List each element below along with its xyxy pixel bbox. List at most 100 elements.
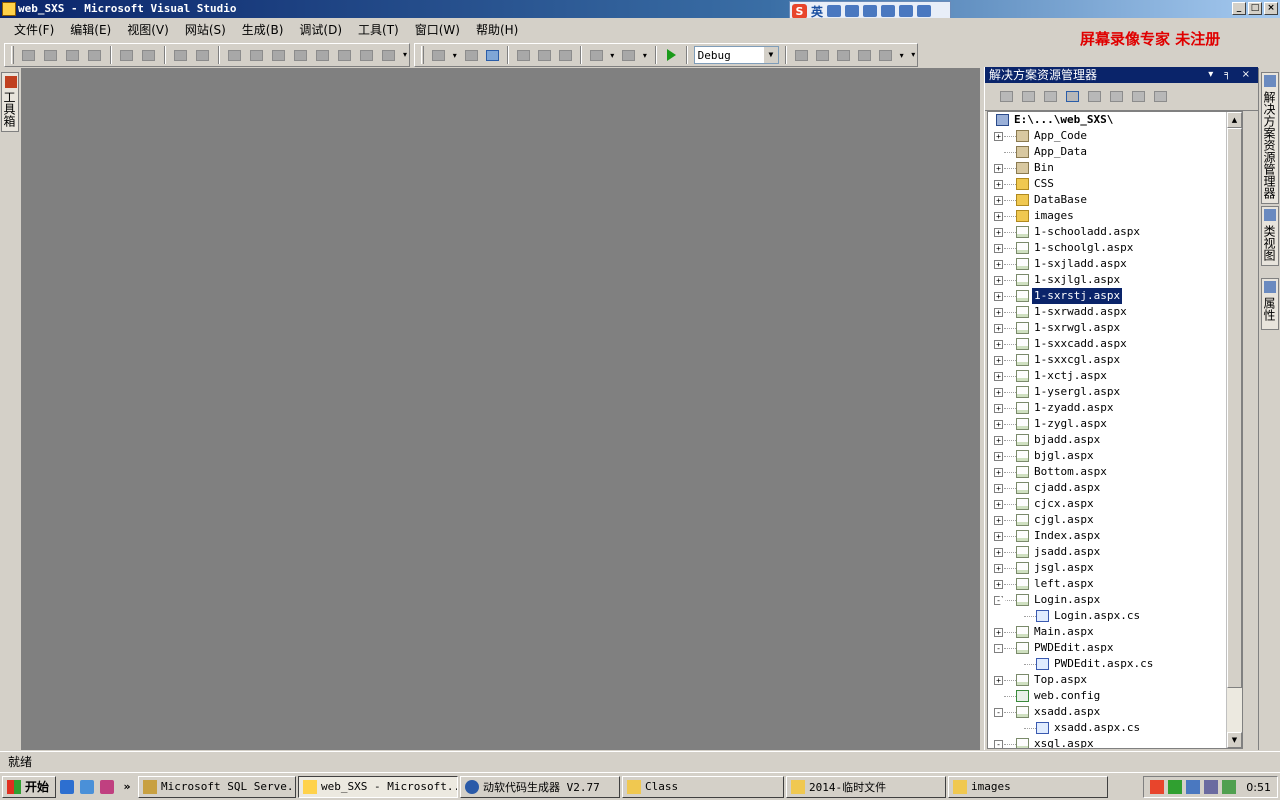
toggle-bookmark-icon[interactable]	[226, 46, 244, 64]
expand-icon[interactable]: +	[994, 196, 1003, 205]
properties-window-icon[interactable]	[835, 46, 852, 64]
clock[interactable]: 0:51	[1246, 781, 1271, 794]
decrease-indent-icon[interactable]	[118, 46, 136, 64]
document-area[interactable]	[22, 68, 980, 750]
menu-website[interactable]: 网站(S)	[177, 18, 234, 42]
tree-node[interactable]: - PWDEdit.aspx	[988, 640, 1228, 656]
expand-icon[interactable]: +	[994, 516, 1003, 525]
tree-node[interactable]: +1-schooladd.aspx	[988, 224, 1228, 240]
ime-punctuation-icon[interactable]	[845, 5, 860, 17]
tree-node[interactable]: +1-sxrwgl.aspx	[988, 320, 1228, 336]
complete-word-icon[interactable]	[86, 46, 104, 64]
ie-icon[interactable]	[58, 778, 76, 796]
copy-icon[interactable]	[536, 46, 553, 64]
tree-node[interactable]: +1-zyadd.aspx	[988, 400, 1228, 416]
undo-dropdown-icon[interactable]: ▾	[609, 46, 617, 64]
collapse-icon[interactable]: -	[994, 740, 1003, 748]
expand-icon[interactable]: +	[994, 404, 1003, 413]
tree-node[interactable]: + cjadd.aspx	[988, 480, 1228, 496]
menu-help[interactable]: 帮助(H)	[468, 18, 526, 42]
view-designer-icon[interactable]	[1107, 88, 1125, 106]
tree-child-node[interactable]: PWDEdit.aspx.cs	[988, 656, 1228, 672]
expand-icon[interactable]: +	[994, 324, 1003, 333]
minimize-button[interactable]: _	[1232, 2, 1246, 15]
tab-solution-explorer[interactable]: 解决方案资源管理器	[1261, 72, 1279, 204]
refresh-icon[interactable]	[1041, 88, 1059, 106]
task-temp-folder[interactable]: 2014-临时文件	[786, 775, 947, 798]
ime-skin-icon[interactable]	[899, 5, 914, 17]
panel-window-controls[interactable]: ▾ ╕ ×	[1208, 67, 1254, 83]
expand-icon[interactable]: +	[994, 212, 1003, 221]
monitor-icon[interactable]	[1204, 780, 1219, 794]
expand-icon[interactable]: +	[994, 276, 1003, 285]
next-bookmark-folder-icon[interactable]	[313, 46, 331, 64]
tree-node[interactable]: - Login.aspx	[988, 592, 1228, 608]
save-icon[interactable]	[463, 46, 480, 64]
tree-node[interactable]: App_Data	[988, 144, 1228, 160]
ime-tray-icon[interactable]	[1150, 780, 1165, 794]
expand-icon[interactable]: +	[994, 244, 1003, 253]
tree-node[interactable]: +1-ysergl.aspx	[988, 384, 1228, 400]
menu-tools[interactable]: 工具(T)	[350, 18, 407, 42]
expand-icon[interactable]: +	[994, 564, 1003, 573]
next-bookmark-icon[interactable]	[269, 46, 287, 64]
collapse-icon[interactable]: -	[994, 644, 1003, 653]
toolbar-overflow-icon[interactable]: ▾	[909, 45, 917, 65]
next-bookmark-doc-icon[interactable]	[357, 46, 375, 64]
expand-icon[interactable]: +	[994, 628, 1003, 637]
tab-class-view[interactable]: 类视图	[1261, 206, 1279, 266]
expand-icon[interactable]: +	[994, 228, 1003, 237]
paste-icon[interactable]	[557, 46, 574, 64]
network-icon[interactable]	[1168, 780, 1183, 794]
copy-web-icon[interactable]	[1129, 88, 1147, 106]
tree-root-node[interactable]: E:\...\web_SXS\	[988, 112, 1228, 128]
menu-debug[interactable]: 调试(D)	[291, 18, 350, 42]
expand-icon[interactable]: +	[994, 132, 1003, 141]
task-sql-server[interactable]: Microsoft SQL Serve...	[138, 775, 297, 798]
undo-icon[interactable]	[588, 46, 605, 64]
tree-node[interactable]: + bjgl.aspx	[988, 448, 1228, 464]
tree-node[interactable]: +1-sxrwadd.aspx	[988, 304, 1228, 320]
tree-node[interactable]: + CSS	[988, 176, 1228, 192]
new-item-icon[interactable]	[430, 46, 447, 64]
tree-node[interactable]: + DataBase	[988, 192, 1228, 208]
ime-moon-icon[interactable]	[827, 5, 842, 17]
quicklaunch-overflow-icon[interactable]: »	[118, 778, 136, 796]
tree-node[interactable]: + bjadd.aspx	[988, 432, 1228, 448]
expand-icon[interactable]: +	[994, 164, 1003, 173]
solution-explorer-titlebar[interactable]: 解决方案资源管理器 ▾ ╕ ×	[985, 67, 1258, 83]
ime-language-toggle[interactable]: 英	[811, 3, 823, 20]
task-images-folder[interactable]: images	[948, 775, 1109, 798]
expand-icon[interactable]: +	[994, 500, 1003, 509]
scrollbar-thumb[interactable]	[1227, 128, 1242, 688]
start-debugging-icon[interactable]	[663, 46, 680, 64]
clear-bookmarks-icon[interactable]	[379, 46, 397, 64]
expand-icon[interactable]: +	[994, 452, 1003, 461]
tree-node[interactable]: web.config	[988, 688, 1228, 704]
tree-node[interactable]: + jsgl.aspx	[988, 560, 1228, 576]
tree-node[interactable]: +1-sxjladd.aspx	[988, 256, 1228, 272]
expand-icon[interactable]: +	[994, 180, 1003, 189]
tree-node[interactable]: + cjcx.aspx	[988, 496, 1228, 512]
tree-node[interactable]: + Index.aspx	[988, 528, 1228, 544]
chevron-down-icon[interactable]: ▼	[763, 47, 778, 63]
start-button[interactable]: 开始	[2, 775, 57, 798]
previous-bookmark-icon[interactable]	[247, 46, 265, 64]
copy-website-icon[interactable]	[1019, 88, 1037, 106]
expand-icon[interactable]: +	[994, 420, 1003, 429]
find-in-files-icon[interactable]	[793, 46, 810, 64]
task-class-folder[interactable]: Class	[622, 775, 785, 798]
expand-icon[interactable]: +	[994, 292, 1003, 301]
previous-bookmark-doc-icon[interactable]	[335, 46, 353, 64]
toolbox-dropdown-icon[interactable]: ▾	[898, 46, 906, 64]
save-all-icon[interactable]	[484, 46, 501, 64]
nest-related-files-icon[interactable]	[1063, 88, 1081, 106]
tree-node[interactable]: + App_Code	[988, 128, 1228, 144]
scroll-up-icon[interactable]: ▲	[1227, 112, 1242, 128]
collapse-icon[interactable]: -	[994, 708, 1003, 717]
expand-icon[interactable]: +	[994, 372, 1003, 381]
ime-keyboard-icon[interactable]	[863, 5, 878, 17]
toolbar-overflow-icon[interactable]: ▾	[401, 45, 409, 65]
tree-scrollbar[interactable]: ▲ ▼	[1226, 112, 1242, 748]
window-titlebar[interactable]: web_SXS - Microsoft Visual Studio _ □ ×	[0, 0, 1280, 18]
